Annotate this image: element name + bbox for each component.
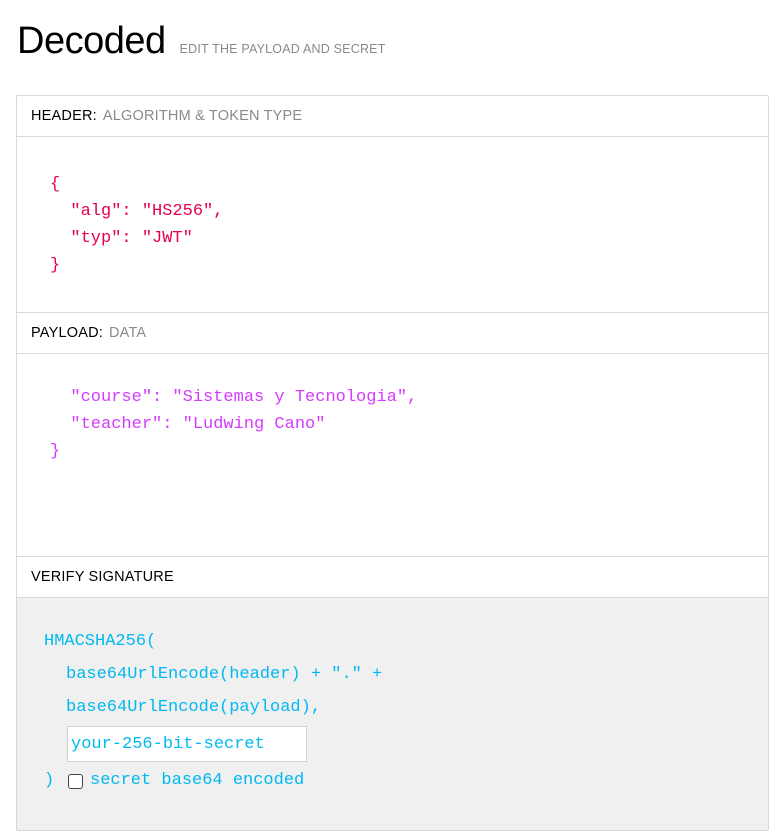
signature-line-header: base64UrlEncode(header) + "." + bbox=[66, 665, 383, 684]
decoded-panel: HEADER: ALGORITHM & TOKEN TYPE { "alg": … bbox=[16, 95, 769, 831]
payload-sublabel: DATA bbox=[108, 325, 147, 341]
secret-input[interactable] bbox=[67, 726, 307, 762]
signature-section-title: VERIFY SIGNATURE bbox=[17, 557, 768, 598]
payload-label: PAYLOAD: bbox=[31, 325, 103, 341]
payload-section-title: PAYLOAD: DATA bbox=[17, 313, 768, 354]
page-subtitle: EDIT THE PAYLOAD AND SECRET bbox=[179, 42, 386, 56]
code-line: "teacher": "Ludwing Cano" bbox=[50, 415, 326, 434]
payload-editor[interactable]: "course": "Sistemas y Tecnologia", "teac… bbox=[17, 354, 768, 556]
header-label: HEADER: bbox=[31, 108, 97, 124]
page-title: Decoded bbox=[17, 20, 166, 62]
signature-editor: HMACSHA256( base64UrlEncode(header) + ".… bbox=[17, 598, 768, 830]
header-sublabel: ALGORITHM & TOKEN TYPE bbox=[102, 108, 303, 124]
close-paren: ) bbox=[44, 771, 55, 790]
code-line: "typ": "JWT" bbox=[50, 229, 193, 248]
code-line: { bbox=[50, 175, 61, 194]
hmac-function: HMACSHA256( bbox=[44, 632, 157, 651]
secret-base64-checkbox[interactable] bbox=[68, 774, 83, 789]
title-row: Decoded EDIT THE PAYLOAD AND SECRET bbox=[17, 18, 386, 64]
checkbox-label[interactable]: secret base64 encoded bbox=[90, 767, 304, 794]
header-section-title: HEADER: ALGORITHM & TOKEN TYPE bbox=[17, 96, 768, 137]
signature-line-payload: base64UrlEncode(payload), bbox=[66, 698, 322, 717]
header-editor[interactable]: { "alg": "HS256", "typ": "JWT" } bbox=[17, 137, 768, 312]
signature-label: VERIFY SIGNATURE bbox=[31, 569, 174, 585]
code-line: "alg": "HS256", bbox=[50, 202, 224, 221]
code-line: } bbox=[50, 256, 61, 275]
code-line: "course": "Sistemas y Tecnologia", bbox=[50, 388, 418, 407]
code-line: } bbox=[50, 442, 61, 461]
